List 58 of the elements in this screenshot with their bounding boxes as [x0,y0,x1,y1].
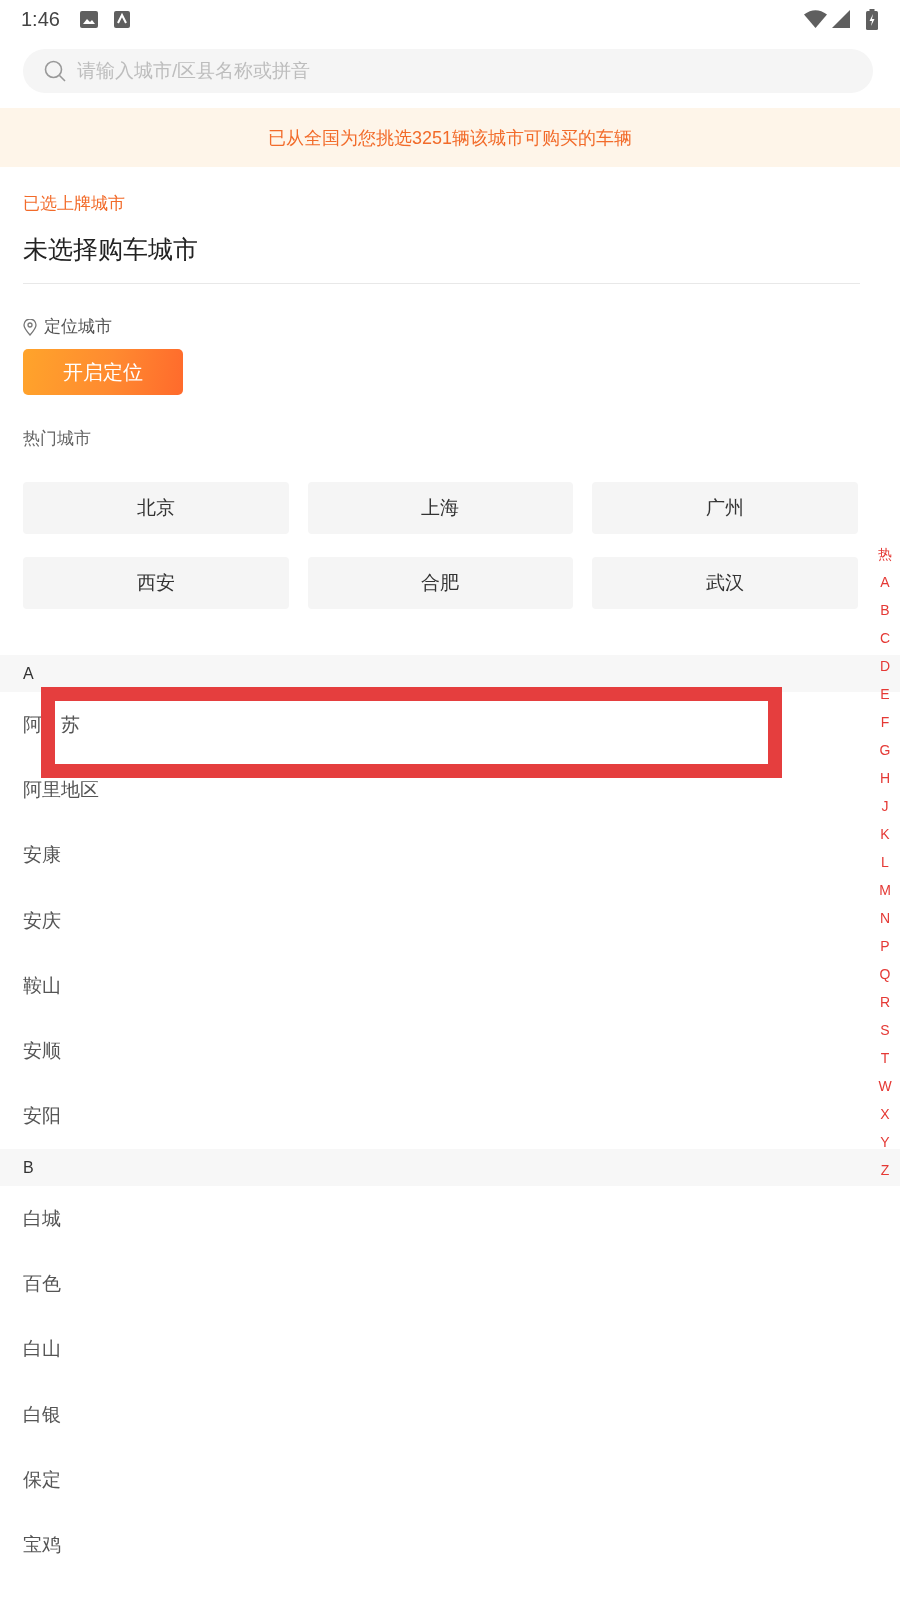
city-list-item[interactable]: 安顺 [23,1041,61,1062]
index-letter[interactable]: W [878,1072,892,1100]
city-list-item[interactable]: 安庆 [23,910,61,931]
status-time: 1:46 [21,7,60,31]
hot-city-button[interactable]: 西安 [23,557,289,609]
hot-city-button[interactable]: 广州 [592,482,858,534]
hot-city-button[interactable]: 合肥 [307,557,574,609]
index-letter[interactable]: F [880,708,890,736]
selected-city-value: 未选择购车城市 [23,234,199,265]
index-letter[interactable]: K [880,820,890,848]
index-letter[interactable]: S [880,1016,890,1044]
city-list-item[interactable]: 保定 [23,1469,61,1490]
index-letter[interactable]: J [881,792,889,820]
location-pin-icon [23,318,37,336]
city-list-item[interactable]: 安阳 [23,1106,61,1127]
index-letter[interactable]: Q [879,960,891,988]
city-list-item[interactable]: 白银 [23,1404,61,1425]
search-field[interactable]: 请输入城市/区县名称或拼音 [23,49,873,93]
section-label: 已选上牌城市 [23,193,126,215]
section-label: 热门城市 [23,428,92,450]
enable-location-button[interactable]: 开启定位 [23,349,183,395]
city-list-item[interactable]: 宝鸡 [23,1535,61,1556]
signal-icon [832,10,850,28]
city-list-item[interactable]: 阿里地区 [23,779,99,800]
index-letter[interactable]: A [880,568,890,596]
hot-city-button[interactable]: 北京 [23,482,289,534]
index-letter[interactable]: L [881,848,889,876]
index-letter[interactable]: M [879,876,891,904]
index-letter[interactable]: P [880,932,890,960]
index-letter[interactable]: C [879,624,891,652]
section-label: 定位城市 [44,316,112,338]
city-list-item[interactable]: 安康 [23,845,61,866]
index-letter[interactable]: D [879,652,891,680]
notification-icon [113,10,130,28]
notice-banner: 已从全国为您挑选3251辆该城市可购买的车辆 [0,108,900,167]
hot-city-button[interactable]: 上海 [307,482,574,534]
battery-charging-icon [866,8,878,30]
city-list-item[interactable]: 白山 [23,1339,61,1360]
index-letter[interactable]: T [880,1044,890,1072]
city-list-item[interactable]: 阿 [23,714,42,735]
index-letter[interactable]: X [880,1100,890,1128]
index-letter[interactable]: R [879,988,891,1016]
index-letter[interactable]: G [879,736,891,764]
city-list-item[interactable]: 苏 [61,714,80,735]
index-letter[interactable]: N [879,904,891,932]
index-letter[interactable]: H [879,764,891,792]
city-list-item[interactable]: 鞍山 [23,975,61,996]
index-letter[interactable]: 热 [878,540,892,568]
city-list-item[interactable]: 白城 [23,1208,61,1229]
search-icon [44,60,66,82]
index-letter[interactable]: Y [880,1128,890,1156]
wifi-icon [804,10,827,28]
image-icon [79,10,98,28]
city-list-item[interactable]: 百色 [23,1274,61,1294]
index-letter[interactable]: Z [880,1156,890,1184]
index-letter[interactable]: B [880,596,890,624]
index-letter[interactable]: E [880,680,890,708]
hot-city-button[interactable]: 武汉 [592,557,858,609]
